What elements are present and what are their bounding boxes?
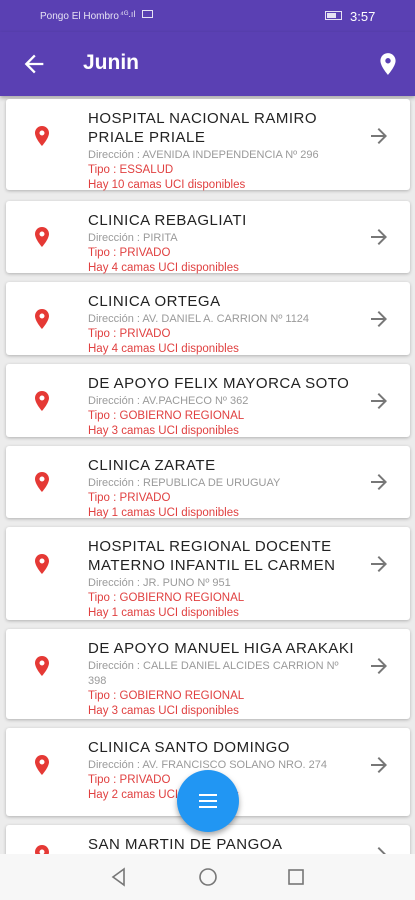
back-arrow-icon[interactable] [20,50,48,78]
mail-icon [142,10,153,18]
hospital-info: CLINICA REBAGLIATI Dirección : PIRITA Tipo… [88,211,356,276]
map-pin-icon [35,227,49,247]
arrow-right-icon[interactable] [367,552,391,576]
hospital-name: SAN MARTIN DE PANGOA [88,836,283,853]
hospital-type: Tipo : PRIVADO [88,328,171,340]
signal-icon: ⁴ᴳ.ıl [120,9,136,19]
hospital-name: DE APOYO FELIX MAYORCA SOTO [88,375,350,392]
hospital-card[interactable]: HOSPITAL REGIONAL DOCENTE MATERNO INFANT… [6,527,410,620]
icu-beds-available: Hay 1 camas UCI disponibles [88,507,239,519]
circle-home-icon[interactable] [197,866,219,888]
map-pin-icon [35,755,49,775]
hospital-address: Dirección : AV.PACHECO Nº 362 [88,395,249,407]
carrier-name: Pongo El Hombro [40,11,119,22]
icu-beds-available: Hay 4 camas UCI disponibles [88,262,239,274]
hospital-type: Tipo : ESSALUD [88,164,174,176]
menu-icon [199,794,217,797]
arrow-right-icon[interactable] [367,470,391,494]
hospital-name: CLINICA ORTEGA [88,293,221,310]
map-pin-icon [35,391,49,411]
hospital-address: Dirección : REPUBLICA DE URUGUAY [88,477,281,489]
menu-fab-button[interactable] [177,770,239,832]
icu-beds-available: Hay 10 camas UCI disponibles [88,179,246,191]
hospital-type: Tipo : PRIVADO [88,492,171,504]
menu-icon-bar [199,806,217,809]
arrow-right-icon[interactable] [367,389,391,413]
page-title: Junin [83,51,139,74]
map-pin-icon [35,656,49,676]
arrow-right-icon[interactable] [367,124,391,148]
icu-beds-available: Hay 3 camas UCI disponibles [88,425,239,437]
hospital-name: CLINICA REBAGLIATI [88,212,247,229]
hospital-info: DE APOYO MANUEL HIGA ARAKAKI Dirección : … [88,639,356,719]
hospital-info: DE APOYO FELIX MAYORCA SOTO Dirección : A… [88,374,356,439]
system-nav-bar [0,854,415,900]
arrow-right-icon[interactable] [367,307,391,331]
arrow-right-icon[interactable] [367,753,391,777]
hospital-card[interactable]: CLINICA ZARATE Dirección : REPUBLICA DE U… [6,446,410,521]
triangle-back-icon[interactable] [108,866,130,888]
hospital-address: Dirección : AV. DANIEL A. CARRION Nº 112… [88,313,310,325]
icu-beds-available: Hay 4 camas UCI disponibles [88,343,239,355]
hospital-name: HOSPITAL REGIONAL DOCENTE MATERNO INFANT… [88,538,336,574]
hospital-name: CLINICA ZARATE [88,457,216,474]
hospital-card[interactable]: HOSPITAL NACIONAL RAMIRO PRIALE PRIALE Di… [6,99,410,193]
hospital-list[interactable]: HOSPITAL NACIONAL RAMIRO PRIALE PRIALE Di… [0,96,415,854]
square-recents-icon[interactable] [285,866,307,888]
status-bar: Pongo El Hombro ⁴ᴳ.ıl 3:57 [0,0,415,32]
map-pin-icon [35,126,49,146]
hospital-card[interactable]: CLINICA ORTEGA Dirección : AV. DANIEL A. … [6,282,410,355]
location-pin-icon[interactable] [375,50,401,78]
hospital-info: HOSPITAL NACIONAL RAMIRO PRIALE PRIALE Di… [88,109,356,193]
map-pin-icon [35,309,49,329]
map-pin-icon [35,554,49,574]
hospital-card[interactable]: DE APOYO MANUEL HIGA ARAKAKI Dirección : … [6,629,410,719]
hospital-address: Dirección : PIRITA [88,232,178,244]
hospital-type: Tipo : GOBIERNO REGIONAL [88,410,245,422]
arrow-right-icon[interactable] [367,843,391,854]
hospital-type: Tipo : PRIVADO [88,247,171,259]
arrow-right-icon[interactable] [367,225,391,249]
hospital-address: Dirección : AV. FRANCISCO SOLANO NRO. 27… [88,759,328,771]
hospital-address: Dirección : AVENIDA INDEPENDENCIA Nº 296 [88,149,319,161]
map-pin-icon [35,845,49,854]
hospital-type: Tipo : GOBIERNO REGIONAL [88,592,245,604]
icu-beds-available: Hay 1 camas UCI disponibles [88,607,239,619]
map-pin-icon [35,472,49,492]
hospital-name: HOSPITAL NACIONAL RAMIRO PRIALE PRIALE [88,110,317,146]
battery-icon [325,11,342,20]
hospital-address: Dirección : JR. PUNO Nº 951 [88,577,231,589]
clock: 3:57 [350,9,376,24]
hospital-card[interactable]: CLINICA REBAGLIATI Dirección : PIRITA Tipo… [6,201,410,276]
hospital-info: CLINICA ZARATE Dirección : REPUBLICA DE U… [88,456,356,521]
arrow-right-icon[interactable] [367,654,391,678]
hospital-info: CLINICA ORTEGA Dirección : AV. DANIEL A. … [88,292,356,357]
menu-icon-bar [199,800,217,803]
hospital-info: SAN MARTIN DE PANGOADirección : AV. PANG… [88,835,356,854]
hospital-info: HOSPITAL REGIONAL DOCENTE MATERNO INFANT… [88,537,356,621]
hospital-name: CLINICA SANTO DOMINGO [88,739,290,756]
hospital-card[interactable]: DE APOYO FELIX MAYORCA SOTO Dirección : A… [6,364,410,437]
app-bar: Junin [0,32,415,96]
hospital-type: Tipo : GOBIERNO REGIONAL [88,690,245,702]
hospital-address: Dirección : CALLE DANIEL ALCIDES CARRION… [88,660,339,687]
icu-beds-available: Hay 3 camas UCI disponibles [88,705,239,717]
hospital-name: DE APOYO MANUEL HIGA ARAKAKI [88,640,355,657]
